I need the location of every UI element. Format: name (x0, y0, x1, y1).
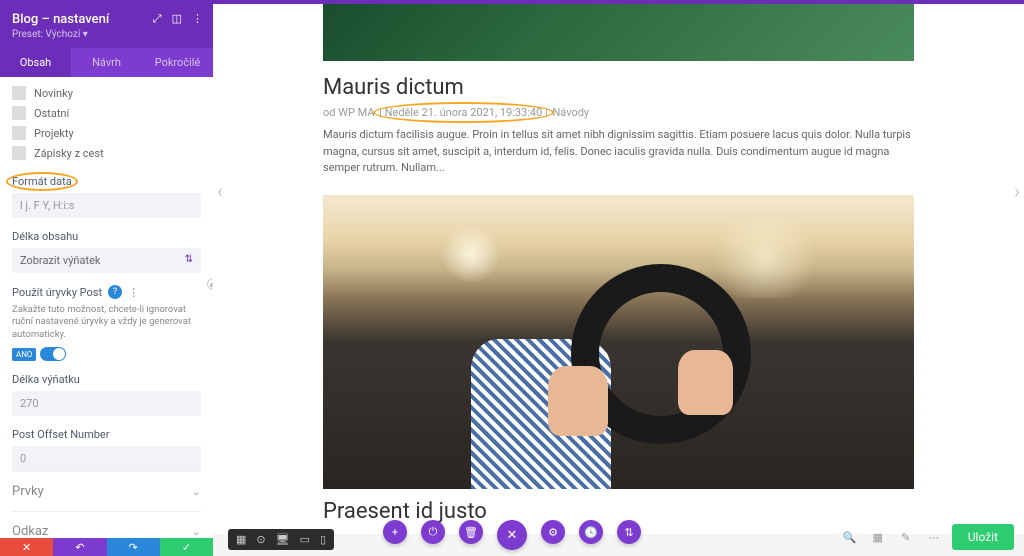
undo-button[interactable]: ↶ (53, 538, 106, 556)
tab-advanced[interactable]: Pokročilé (142, 48, 213, 77)
options-icon[interactable]: ⋮ (128, 286, 139, 299)
toggle-yes-label: ANO (12, 348, 36, 361)
chevron-down-icon: ⌄ (192, 485, 201, 498)
settings-button[interactable]: ⚙ (541, 520, 565, 544)
content-length-select[interactable]: Zobrazit výňatek (12, 248, 201, 273)
accordion-link[interactable]: Odkaz⌄ (12, 511, 201, 538)
category-item[interactable]: Zápisky z cest (12, 143, 201, 163)
right-toolbar: 🔍 ▦ ✎ ⋯ Uložit (840, 524, 1014, 550)
next-arrow-icon[interactable]: › (1014, 179, 1020, 203)
save-button[interactable]: Uložit (952, 524, 1014, 550)
sidebar-body: Novinky Ostatní Projekty Zápisky z cest … (0, 77, 213, 538)
excerpts-toggle[interactable] (40, 347, 66, 361)
excerpt-length-input[interactable] (12, 391, 201, 416)
post-meta: od WP MA | Neděle 21. února 2021, 19:33:… (323, 106, 914, 119)
more-dots-icon[interactable]: ⋯ (924, 527, 944, 547)
layout-icon[interactable]: ◫ (172, 12, 182, 26)
sidebar-header: Blog – nastavení Preset: Výchozí ▾ ⤢ ◫ ⋮ (0, 4, 213, 48)
tab-design[interactable]: Návrh (71, 48, 142, 77)
preview-area: ‹ › Mauris dictum od WP MA | Neděle 21. … (213, 4, 1024, 534)
excerpts-description: Zakažte tuto možnost, chcete-li ignorova… (12, 304, 201, 341)
category-item[interactable]: Novinky (12, 83, 201, 103)
desktop-icon[interactable]: 🖥 (276, 533, 290, 546)
post-excerpt: Mauris dictum facilisis augue. Proin in … (323, 127, 914, 177)
help-icon[interactable]: ? (108, 285, 122, 299)
chevron-down-icon: ⌄ (192, 525, 201, 538)
delete-button[interactable]: 🗑 (459, 520, 483, 544)
edit-icon[interactable]: ✎ (896, 527, 916, 547)
post-date: | Neděle 21. února 2021, 19:33:40 | (377, 106, 549, 119)
date-format-label: Formát data (12, 175, 201, 188)
tab-content[interactable]: Obsah (0, 48, 71, 77)
view-toolbar: ▦ ⊙ 🖥 ▭ ▯ (228, 529, 334, 550)
settings-tabs: Obsah Návrh Pokročilé (0, 48, 213, 77)
content-length-label: Délka obsahu (12, 230, 201, 243)
power-button[interactable]: ⏻ (421, 520, 445, 544)
category-item[interactable]: Projekty (12, 123, 201, 143)
excerpts-label: Použít úryvky Post ? ⋮ (12, 285, 201, 299)
accordion-elements[interactable]: Prvky⌄ (12, 471, 201, 511)
date-format-input[interactable] (12, 193, 201, 218)
confirm-button[interactable]: ✓ (160, 538, 213, 556)
close-action-button[interactable]: ✕ (497, 520, 527, 550)
redo-button[interactable]: ↷ (107, 538, 160, 556)
history-button[interactable]: 🕓 (579, 520, 603, 544)
preset-label[interactable]: Preset: Výchozí ▾ (12, 29, 201, 40)
sort-button[interactable]: ⇅ (617, 520, 641, 544)
settings-sidebar: Blog – nastavení Preset: Výchozí ▾ ⤢ ◫ ⋮… (0, 4, 213, 556)
offset-input[interactable] (12, 446, 201, 471)
excerpt-length-label: Délka výňatku (12, 373, 201, 386)
grid-icon[interactable]: ▦ (868, 527, 888, 547)
sidebar-footer: ✕ ↶ ↷ ✓ (0, 538, 213, 556)
mobile-icon[interactable]: ▯ (320, 533, 326, 546)
expand-icon[interactable]: ⤢ (153, 12, 162, 26)
more-icon[interactable]: ⋮ (192, 12, 203, 26)
wireframe-icon[interactable]: ▦ (236, 533, 246, 546)
action-circles: + ⏻ 🗑 ✕ ⚙ 🕓 ⇅ (383, 520, 641, 550)
close-button[interactable]: ✕ (0, 538, 53, 556)
search-icon[interactable]: 🔍 (840, 527, 860, 547)
featured-image (323, 4, 914, 61)
offset-label: Post Offset Number (12, 428, 201, 441)
post-title[interactable]: Mauris dictum (323, 75, 914, 100)
category-item[interactable]: Ostatní (12, 103, 201, 123)
tablet-icon[interactable]: ▭ (300, 533, 310, 546)
add-button[interactable]: + (383, 520, 407, 544)
zoom-icon[interactable]: ⊙ (256, 533, 265, 546)
prev-arrow-icon[interactable]: ‹ (217, 179, 223, 203)
featured-image (323, 195, 914, 489)
